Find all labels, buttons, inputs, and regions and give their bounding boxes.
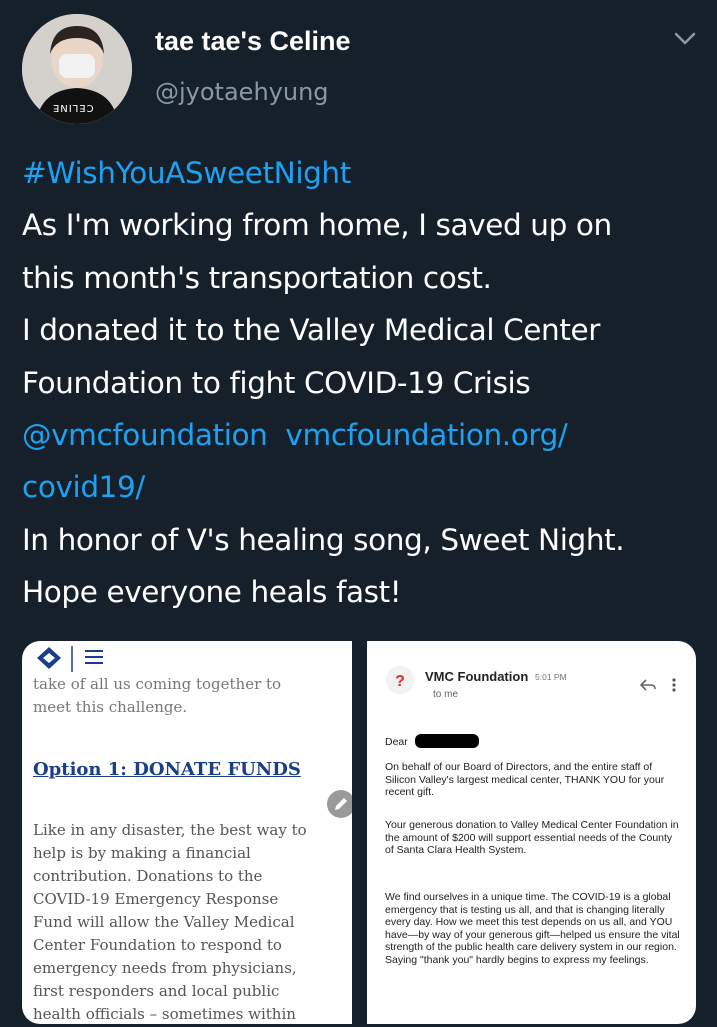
tweet-line: As I'm working from home, I saved up on [22,208,612,243]
left-top-text: meet this challenge. [33,698,188,716]
chevron-down-icon[interactable] [670,24,700,54]
email-paragraph: On behalf of our Board of Directors, and… [385,761,665,798]
left-body-line: first responders and local public [33,982,280,1000]
tweet-line: Hope everyone heals fast! [22,575,402,610]
left-body-line: Like in any disaster, the best way to [33,821,307,839]
email-greeting: Dear [385,736,408,748]
logo-diamond-icon [37,646,73,672]
avatar[interactable]: CELINE [22,14,132,124]
display-name[interactable]: tae tae's Celine [155,26,351,57]
left-body-line: contribution. Donations to the [33,867,263,885]
menu-icon[interactable] [84,648,104,666]
email-time: 5:01 PM [535,672,567,682]
media-grid: take of all us coming together to meet t… [22,641,696,1024]
mail-unknown-sender-icon: ? [386,666,414,694]
left-body-line: Center Foundation to respond to [33,936,282,954]
more-vertical-icon[interactable] [670,677,678,693]
tweet-line: this month's transportation cost. [22,260,492,295]
media-image-left[interactable]: take of all us coming together to meet t… [22,641,352,1024]
recipient-line[interactable]: to me [433,689,458,700]
left-body-line: COVID-19 Emergency Response [33,890,279,908]
left-body-line: help is by making a financial [33,844,251,862]
avatar-shirt-text: CELINE [52,102,94,113]
left-heading[interactable]: Option 1: DONATE FUNDS [33,759,301,780]
email-paragraph: We find ourselves in a unique time. The … [385,891,680,966]
left-body-line: health officials – sometimes within [33,1005,296,1023]
edit-pencil-icon[interactable] [326,789,352,819]
redacted-name-block [415,734,479,748]
svg-text:?: ? [395,673,405,690]
url-link-continued[interactable]: covid19/ [22,461,702,513]
left-top-text: take of all us coming together to [33,675,282,693]
left-body-line: emergency needs from physicians, [33,959,297,977]
tweet-line: In honor of V's healing song, Sweet Nigh… [22,522,625,557]
email-paragraph: Your generous donation to Valley Medical… [385,819,679,856]
tweet-line: Foundation to fight COVID-19 Crisis [22,365,531,400]
hashtag-link[interactable]: #WishYouASweetNight [22,147,702,199]
user-handle[interactable]: @jyotaehyung [155,78,329,106]
url-link[interactable]: vmcfoundation.org/ [285,418,567,452]
sender-name: VMC Foundation [425,669,529,684]
tweet-line: I donated it to the Valley Medical Cente… [22,313,600,348]
reply-icon[interactable] [639,677,657,693]
left-body-line: Fund will allow the Valley Medical [33,913,295,931]
mention-link[interactable]: @vmcfoundation [22,418,268,452]
tweet-text: #WishYouASweetNight As I'm working from … [22,147,702,619]
media-image-right[interactable]: ? VMC Foundation 5:01 PM to me Dear On b… [367,641,696,1024]
